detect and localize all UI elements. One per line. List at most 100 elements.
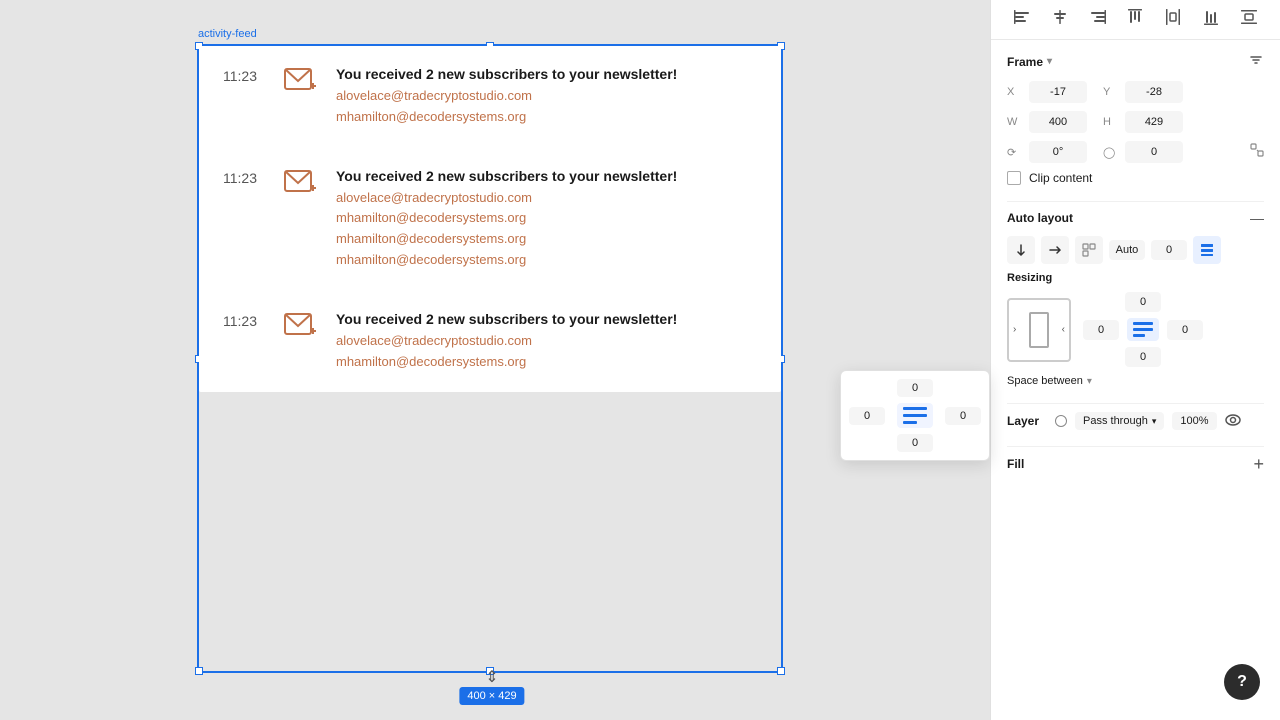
frame-container: 11:23 You received 2 new subscribers to … — [197, 44, 787, 673]
w-input[interactable] — [1029, 111, 1087, 133]
clip-content-row: Clip content — [1007, 171, 1264, 185]
space-between-row: Space between ▾ — [1007, 375, 1264, 387]
align-bottom-icon[interactable] — [1199, 5, 1223, 34]
layer-opacity-input[interactable]: 100% — [1172, 412, 1216, 430]
padding-sides-row: 0 0 — [1083, 318, 1203, 341]
popup-pad-right[interactable]: 0 — [945, 407, 981, 425]
align-left-icon[interactable] — [1010, 5, 1034, 34]
al-spacing-input[interactable]: Auto — [1109, 240, 1145, 260]
fill-header: Fill + — [1007, 455, 1264, 473]
h-input[interactable] — [1125, 111, 1183, 133]
resizing-box: › ‹ — [1007, 298, 1071, 362]
padding-left-input[interactable]: 0 — [1083, 320, 1119, 340]
envelope-icon-1 — [284, 68, 320, 101]
popup-bar-2 — [903, 414, 927, 417]
feed-content-1: You received 2 new subscribers to your n… — [336, 66, 757, 128]
space-between-chevron[interactable]: ▾ — [1087, 376, 1092, 387]
frame-section-title: Frame ▾ — [1007, 55, 1052, 69]
distribute-h-icon[interactable] — [1161, 5, 1185, 34]
padding-top-row: 0 — [1083, 292, 1203, 312]
help-button[interactable]: ? — [1224, 664, 1260, 700]
w-label: W — [1007, 116, 1021, 128]
divider-1 — [1007, 201, 1264, 202]
frame-section: Frame ▾ X Y W H — [1007, 52, 1264, 185]
feed-email-2d: mhamilton@decodersystems.org — [336, 250, 757, 271]
padding-right-input[interactable]: 0 — [1167, 320, 1203, 340]
resizing-inner-box — [1029, 312, 1049, 348]
left-arrow-icon: › — [1013, 324, 1016, 335]
al-bars-container — [1127, 318, 1159, 341]
autolayout-section: Auto layout — Auto 0 — [1007, 210, 1264, 387]
feed-item: 11:23 You received 2 new subscribers to … — [199, 148, 781, 291]
autolayout-controls-row: Auto 0 — [1007, 236, 1264, 264]
align-right-icon[interactable] — [1086, 5, 1110, 34]
corner-icon: ◯ — [1103, 146, 1117, 159]
distribute-v-icon[interactable] — [1237, 5, 1261, 34]
feed-item: 11:23 You received 2 new subscribers to … — [199, 291, 781, 393]
al-bar-3 — [1133, 334, 1145, 337]
feed-email-1b: mhamilton@decodersystems.org — [336, 107, 757, 128]
frame-label: activity-feed — [198, 28, 257, 40]
feed-email-2a: alovelace@tradecryptostudio.com — [336, 188, 757, 209]
resizing-label: Resizing — [1007, 272, 1264, 284]
popup-top-row: 0 — [849, 379, 981, 397]
rotation-input[interactable] — [1029, 141, 1087, 163]
popup-pad-left[interactable]: 0 — [849, 407, 885, 425]
layer-mode-btn[interactable]: Pass through ▾ — [1075, 412, 1164, 430]
x-input[interactable] — [1029, 81, 1087, 103]
feed-item: 11:23 You received 2 new subscribers to … — [199, 46, 781, 148]
x-label: X — [1007, 86, 1021, 98]
al-wrap-btn[interactable] — [1075, 236, 1103, 264]
panel-toolbar — [991, 0, 1280, 40]
feed-email-2b: mhamilton@decodersystems.org — [336, 208, 757, 229]
clip-content-checkbox[interactable] — [1007, 171, 1021, 185]
handle-br[interactable] — [777, 667, 785, 675]
size-label: 400 × 429 — [459, 687, 524, 705]
layer-mode-circle — [1055, 415, 1067, 427]
y-label: Y — [1103, 86, 1117, 98]
al-bar-2 — [1133, 328, 1153, 331]
rotation-icon: ⟳ — [1007, 146, 1021, 159]
al-justify-btn[interactable] — [1193, 236, 1221, 264]
rotation-corner-row: ⟳ ◯ — [1007, 141, 1264, 163]
clip-content-label: Clip content — [1029, 171, 1092, 185]
feed-email-1a: alovelace@tradecryptostudio.com — [336, 86, 757, 107]
feed-title-3: You received 2 new subscribers to your n… — [336, 311, 757, 327]
handle-bl[interactable] — [195, 667, 203, 675]
popup-pad-bottom[interactable]: 0 — [897, 434, 933, 452]
layer-visibility-icon[interactable] — [1225, 413, 1241, 429]
al-num-input[interactable]: 0 — [1151, 240, 1187, 260]
resizing-controls: › ‹ 0 0 0 — [1007, 292, 1264, 367]
autolayout-remove-button[interactable]: — — [1250, 210, 1264, 226]
fill-section: Fill + — [1007, 455, 1264, 473]
feed-time-1: 11:23 — [223, 66, 268, 84]
corner-input[interactable] — [1125, 141, 1183, 163]
resize-cursor-icon[interactable]: ⇕ — [485, 667, 498, 687]
y-input[interactable] — [1125, 81, 1183, 103]
frame-expand-button[interactable] — [1248, 52, 1264, 71]
al-direction-right-btn[interactable] — [1041, 236, 1069, 264]
align-top-icon[interactable] — [1123, 5, 1147, 34]
feed-email-2c: mhamilton@decodersystems.org — [336, 229, 757, 250]
frame-expand-icon[interactable]: ▾ — [1047, 56, 1052, 67]
feed-content-2: You received 2 new subscribers to your n… — [336, 168, 757, 271]
resize-icon[interactable] — [1250, 143, 1264, 162]
popup-bars — [897, 403, 933, 428]
padding-bottom-row: 0 — [1083, 347, 1203, 367]
frame-section-header: Frame ▾ — [1007, 52, 1264, 71]
padding-top-input[interactable]: 0 — [1125, 292, 1161, 312]
padding-popup: 0 0 0 0 — [840, 370, 990, 461]
layer-section: Layer Pass through ▾ 100% — [1007, 412, 1264, 430]
wh-row: W H — [1007, 111, 1264, 133]
padding-bottom-input[interactable]: 0 — [1125, 347, 1161, 367]
al-direction-down-btn[interactable] — [1007, 236, 1035, 264]
fill-add-button[interactable]: + — [1253, 455, 1264, 473]
feed-content-3: You received 2 new subscribers to your n… — [336, 311, 757, 373]
align-center-h-icon[interactable] — [1048, 5, 1072, 34]
canvas: activity-feed 11:23 — [0, 0, 990, 720]
autolayout-title: Auto layout — [1007, 211, 1073, 225]
feed-email-3a: alovelace@tradecryptostudio.com — [336, 331, 757, 352]
popup-pad-top[interactable]: 0 — [897, 379, 933, 397]
layer-row: Layer Pass through ▾ 100% — [1007, 412, 1264, 430]
space-between-label: Space between — [1007, 375, 1083, 387]
